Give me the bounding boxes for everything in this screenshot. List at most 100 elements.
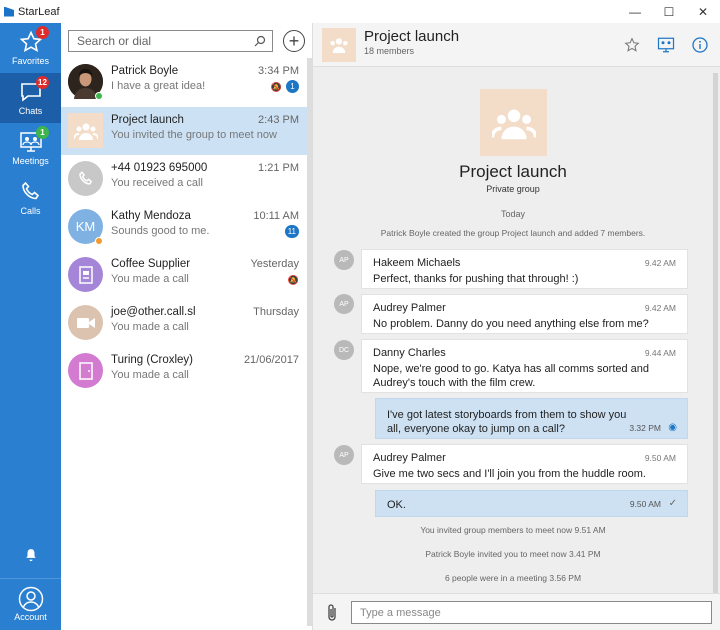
search-placeholder: Search or dial bbox=[77, 34, 152, 48]
rail-item-calls[interactable]: Calls bbox=[0, 173, 61, 223]
attach-icon[interactable] bbox=[325, 603, 339, 623]
plus-icon: + bbox=[288, 31, 300, 51]
check-icon: ✓ bbox=[668, 498, 677, 509]
chats-badge: 12 bbox=[36, 76, 49, 89]
rail-label-calls: Calls bbox=[20, 206, 41, 216]
video-icon bbox=[76, 317, 95, 328]
message-sender: Danny Charles bbox=[373, 347, 446, 359]
day-separator: Today bbox=[500, 209, 526, 219]
conversation-preview: You made a call bbox=[111, 273, 189, 285]
rail-label-favorites: Favorites bbox=[11, 56, 49, 66]
message-bubble: Danny Charles 9.44 AM Nope, we're good t… bbox=[361, 339, 688, 393]
conversation-item[interactable]: Coffee Supplier You made a call Yesterda… bbox=[61, 251, 307, 299]
favorites-badge: 1 bbox=[36, 26, 49, 39]
rail-label-chats: Chats bbox=[18, 106, 43, 116]
rail-item-favorites[interactable]: Favorites 1 bbox=[0, 23, 61, 73]
sender-avatar: AP bbox=[334, 294, 354, 314]
bell-icon bbox=[25, 549, 36, 562]
conversation-time: Yesterday bbox=[250, 258, 299, 270]
search-input[interactable]: Search or dial bbox=[68, 30, 273, 52]
message-sender: Hakeem Michaels bbox=[373, 257, 461, 269]
message-time: 9.50 AM bbox=[629, 499, 661, 509]
conversation-time: 21/06/2017 bbox=[243, 354, 299, 366]
sender-avatar: DC bbox=[334, 340, 354, 360]
conversation-name: Coffee Supplier bbox=[111, 258, 191, 270]
maximize-button[interactable]: ☐ bbox=[652, 0, 686, 23]
conversation-item[interactable]: Turing (Croxley) You made a call 21/06/2… bbox=[61, 347, 307, 395]
info-button[interactable] bbox=[690, 35, 710, 55]
group-avatar-large bbox=[480, 89, 547, 156]
avatar bbox=[68, 161, 103, 196]
notifications-button[interactable] bbox=[0, 541, 61, 569]
app-logo-icon bbox=[4, 6, 14, 17]
new-conversation-button[interactable]: + bbox=[283, 30, 305, 52]
avatar bbox=[68, 305, 103, 340]
conversation-item[interactable]: joe@other.call.sl You made a call Thursd… bbox=[61, 299, 307, 347]
avatar bbox=[68, 353, 103, 388]
account-icon bbox=[18, 586, 43, 611]
message-text: Nope, we're good to go. Katya has all co… bbox=[373, 363, 650, 389]
header-actions bbox=[622, 35, 710, 55]
message-time: 9.44 AM bbox=[644, 348, 676, 358]
rail-item-meetings[interactable]: Meetings 1 bbox=[0, 123, 61, 173]
app-title: StarLeaf bbox=[18, 5, 60, 18]
conversation-item-selected[interactable]: Project launch You invited the group to … bbox=[61, 107, 307, 155]
chat-header: Project launch 18 members bbox=[313, 23, 720, 67]
info-icon bbox=[692, 37, 708, 53]
star-icon bbox=[624, 37, 640, 52]
minimize-button[interactable]: — bbox=[618, 0, 652, 23]
avatar bbox=[68, 257, 103, 292]
close-button[interactable]: ✕ bbox=[686, 0, 720, 23]
conversation-time: 2:43 PM bbox=[258, 114, 299, 126]
message-time: 3.32 PM bbox=[629, 423, 661, 433]
message-text: Perfect, thanks for pushing that through… bbox=[373, 273, 579, 285]
conversation-name: +44 01923 695000 bbox=[111, 162, 208, 174]
message-input-placeholder: Type a message bbox=[360, 606, 441, 619]
conversation-name: Patrick Boyle bbox=[111, 65, 179, 77]
avatar-initials: KM bbox=[75, 219, 96, 234]
chat-title: Project launch bbox=[364, 28, 460, 45]
favorite-button[interactable] bbox=[622, 35, 642, 55]
online-status-icon bbox=[95, 92, 103, 100]
message-text: OK. bbox=[387, 499, 406, 511]
navigation-rail: Favorites 1 Chats 12 Meetings 1 Calls Ac… bbox=[0, 23, 61, 630]
list-scrollbar[interactable] bbox=[307, 58, 312, 626]
rail-label-meetings: Meetings bbox=[12, 156, 49, 166]
message-bubble: Hakeem Michaels 9.42 AM Perfect, thanks … bbox=[361, 249, 688, 289]
conversation-preview: You invited the group to meet now bbox=[111, 129, 277, 141]
conversation-list: Search or dial + Patrick Boyle I have a … bbox=[61, 23, 313, 630]
sender-avatar: AP bbox=[334, 250, 354, 270]
title-bar: StarLeaf — ☐ ✕ bbox=[0, 0, 720, 23]
message-input[interactable]: Type a message bbox=[351, 601, 712, 624]
conversation-name: Kathy Mendoza bbox=[111, 210, 191, 222]
unread-badge: 11 bbox=[284, 225, 299, 238]
conversation-time: 10:11 AM bbox=[253, 210, 299, 222]
conversation-name: joe@other.call.sl bbox=[111, 306, 196, 318]
conversation-item[interactable]: +44 01923 695000 You received a call 1:2… bbox=[61, 155, 307, 203]
conversation-item[interactable]: KM Kathy Mendoza Sounds good to me. 10:1… bbox=[61, 203, 307, 251]
conversation-preview: Sounds good to me. bbox=[111, 225, 210, 237]
conversation-item[interactable]: Patrick Boyle I have a great idea! 3:34 … bbox=[61, 58, 307, 106]
message-text: I've got latest storyboards from them to… bbox=[387, 409, 627, 435]
conversation-name: Project launch bbox=[111, 114, 184, 126]
message-time: 9.50 AM bbox=[644, 453, 676, 463]
meet-now-button[interactable] bbox=[656, 35, 676, 55]
seen-icon: ◉ bbox=[668, 422, 677, 433]
conversation-preview: I have a great idea! bbox=[111, 80, 206, 92]
account-button[interactable]: Account bbox=[0, 578, 61, 628]
composer: Type a message bbox=[313, 593, 720, 630]
meetings-icon bbox=[657, 37, 675, 53]
chat-scrollbar[interactable] bbox=[713, 73, 718, 593]
phone-icon bbox=[78, 170, 92, 185]
group-icon bbox=[73, 123, 98, 140]
rail-item-chats[interactable]: Chats 12 bbox=[0, 73, 61, 123]
sender-avatar: AP bbox=[334, 445, 354, 465]
room-system-icon bbox=[78, 265, 93, 284]
group-avatar bbox=[322, 28, 356, 62]
message-sender: Audrey Palmer bbox=[373, 452, 446, 464]
own-message-bubble: OK. 9.50 AM ✓ bbox=[375, 490, 688, 517]
conversation-preview: You received a call bbox=[111, 177, 203, 189]
conversation-time: 3:34 PM bbox=[258, 65, 299, 77]
conversation-preview: You made a call bbox=[111, 321, 189, 333]
system-message: 6 people were in a meeting 3.56 PM bbox=[444, 573, 582, 583]
